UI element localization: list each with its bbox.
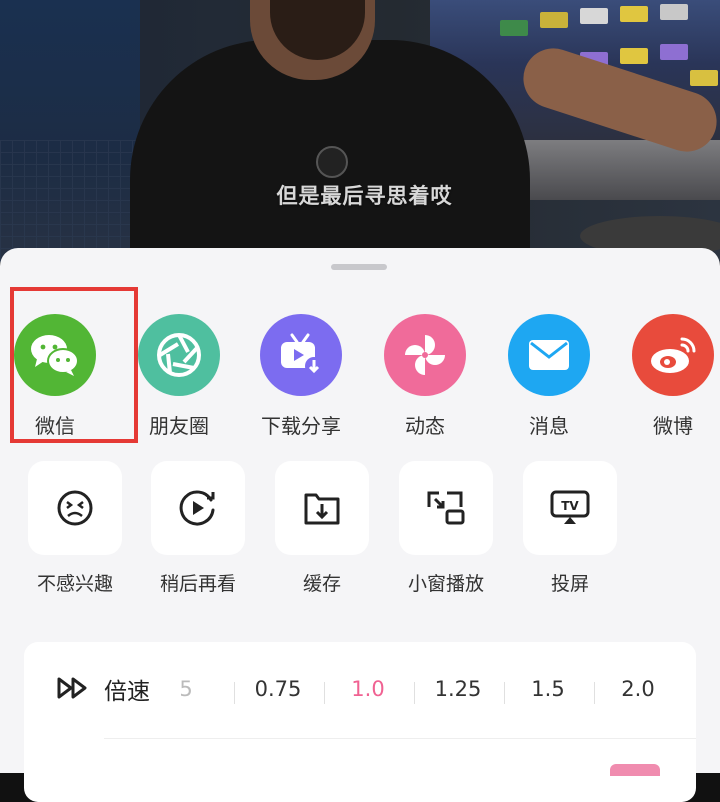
watch-later-icon bbox=[151, 461, 245, 555]
speed-divider bbox=[104, 738, 696, 739]
tv-cast-icon: TV bbox=[523, 461, 617, 555]
pinwheel-icon bbox=[384, 314, 466, 396]
video-subtitle: 但是最后寻思着哎 bbox=[276, 184, 453, 208]
not-interested-icon bbox=[28, 461, 122, 555]
toggle-switch[interactable] bbox=[610, 764, 660, 776]
speed-option-partial[interactable]: 5 bbox=[166, 677, 206, 701]
speed-separator bbox=[594, 682, 595, 704]
speed-option-2-0[interactable]: 2.0 bbox=[598, 677, 678, 701]
share-label: 下载分享 bbox=[261, 414, 341, 438]
download-share-icon bbox=[260, 314, 342, 396]
action-label: 小窗播放 bbox=[407, 573, 484, 595]
speed-option-0-75[interactable]: 0.75 bbox=[238, 677, 318, 701]
share-weibo[interactable]: 微博 bbox=[618, 314, 720, 439]
action-label: 投屏 bbox=[550, 573, 589, 595]
share-label: 动态 bbox=[405, 414, 445, 438]
fast-forward-icon bbox=[56, 676, 90, 704]
share-label: 朋友圈 bbox=[149, 414, 209, 438]
highlight-box bbox=[10, 287, 138, 443]
share-message[interactable]: 消息 bbox=[494, 314, 604, 439]
playback-speed-panel: 倍速 5 0.75 1.0 1.25 1.5 2.0 bbox=[24, 642, 696, 802]
action-cast[interactable]: TV 投屏 bbox=[515, 461, 625, 596]
lapel-microphone bbox=[316, 146, 348, 178]
mail-icon bbox=[508, 314, 590, 396]
share-download[interactable]: 下载分享 bbox=[246, 314, 356, 439]
share-dynamic[interactable]: 动态 bbox=[370, 314, 480, 439]
video-player[interactable]: 但是最后寻思着哎 bbox=[0, 0, 720, 262]
speed-label: 倍速 bbox=[104, 679, 150, 705]
action-mini-window[interactable]: 小窗播放 bbox=[391, 461, 501, 596]
weibo-icon bbox=[632, 314, 714, 396]
speed-separator bbox=[504, 682, 505, 704]
action-label: 不感兴趣 bbox=[36, 573, 113, 595]
action-not-interested[interactable]: 不感兴趣 bbox=[20, 461, 130, 596]
share-label: 微博 bbox=[653, 414, 693, 438]
share-moments[interactable]: 朋友圈 bbox=[124, 314, 234, 439]
sheet-drag-handle[interactable] bbox=[331, 264, 387, 270]
speed-option-1-5[interactable]: 1.5 bbox=[508, 677, 588, 701]
action-label: 稍后再看 bbox=[159, 573, 236, 595]
svg-text:TV: TV bbox=[561, 499, 579, 513]
moments-icon bbox=[138, 314, 220, 396]
share-sheet: 微信 朋友圈 下载分享 动态 消息 微博 不感兴趣 稍后再看 缓存 小窗播放 T… bbox=[0, 248, 720, 802]
speed-separator bbox=[414, 682, 415, 704]
speed-option-1-25[interactable]: 1.25 bbox=[418, 677, 498, 701]
picture-in-picture-icon bbox=[399, 461, 493, 555]
action-cache[interactable]: 缓存 bbox=[267, 461, 377, 596]
cache-download-icon bbox=[275, 461, 369, 555]
speed-separator bbox=[234, 682, 235, 704]
share-label: 消息 bbox=[529, 414, 569, 438]
speed-separator bbox=[324, 682, 325, 704]
speed-option-1-0-selected[interactable]: 1.0 bbox=[328, 677, 408, 701]
action-label: 缓存 bbox=[302, 573, 341, 595]
action-watch-later[interactable]: 稍后再看 bbox=[143, 461, 253, 596]
